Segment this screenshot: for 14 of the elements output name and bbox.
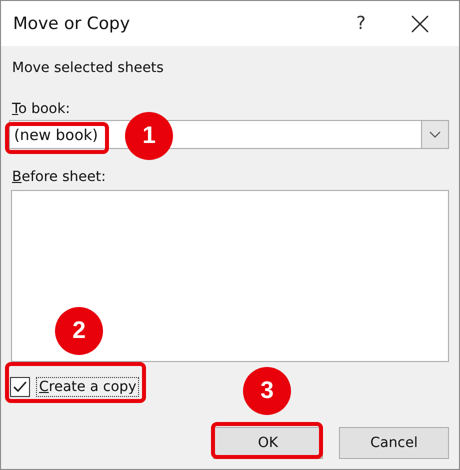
checkbox-label[interactable]: Create a copy: [36, 377, 140, 397]
window-title: Move or Copy: [13, 14, 131, 34]
step-number: 3: [243, 367, 291, 415]
to-book-label: To book:: [12, 101, 72, 117]
cancel-button[interactable]: Cancel: [339, 427, 449, 459]
instruction-text: Move selected sheets: [12, 60, 165, 76]
step-number: 1: [125, 112, 173, 160]
chevron-down-icon: [429, 131, 441, 138]
checkbox[interactable]: [10, 377, 30, 397]
help-button[interactable]: ?: [341, 1, 381, 46]
sheet-list[interactable]: [11, 190, 449, 362]
before-sheet-label: Before sheet:: [12, 169, 107, 185]
check-icon: [12, 380, 28, 394]
close-icon: [411, 14, 429, 32]
